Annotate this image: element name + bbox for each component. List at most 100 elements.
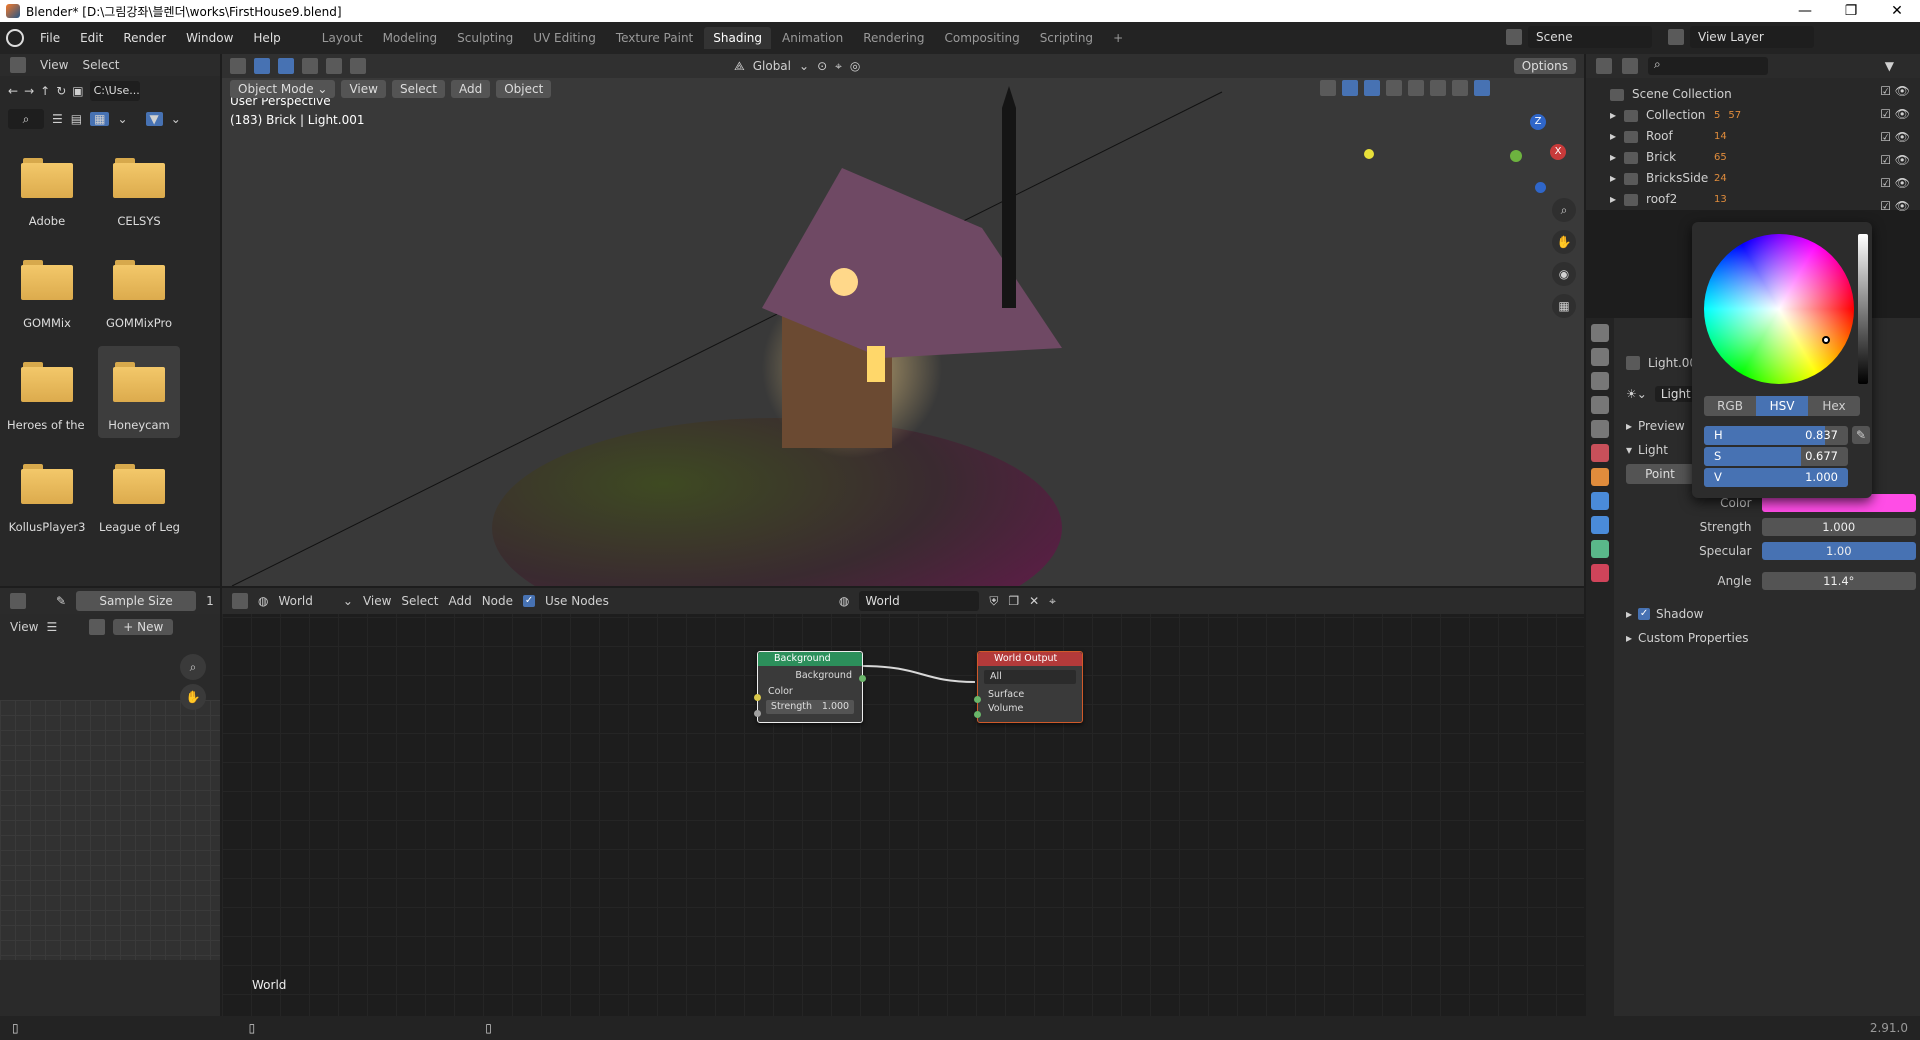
- tab-modeling[interactable]: Modeling: [374, 27, 447, 49]
- vp-menu-select[interactable]: Select: [391, 80, 445, 98]
- angle-field[interactable]: 11.4°: [1761, 572, 1916, 590]
- 3d-viewport[interactable]: User Perspective (183) Brick | Light.001…: [222, 78, 1584, 586]
- select-subtract-icon[interactable]: [326, 58, 342, 74]
- value-field[interactable]: V 1.000: [1704, 468, 1848, 487]
- world-tab-icon[interactable]: [1591, 444, 1609, 462]
- tab-uv-editing[interactable]: UV Editing: [524, 27, 605, 49]
- minimize-button[interactable]: —: [1782, 3, 1828, 19]
- output-socket[interactable]: [859, 675, 866, 682]
- background-node[interactable]: Background Background Color Strength 1.0…: [754, 651, 866, 723]
- value-slider[interactable]: [1858, 234, 1868, 384]
- thumb-list-icon[interactable]: ▤: [71, 112, 82, 126]
- xray-icon[interactable]: [1386, 80, 1402, 96]
- scene-selector[interactable]: Scene: [1528, 26, 1652, 48]
- gizmo-y-axis[interactable]: [1510, 150, 1522, 162]
- mode-selector[interactable]: Object Mode ⌄: [230, 80, 336, 98]
- editor-type-icon[interactable]: [10, 593, 26, 609]
- outliner-row[interactable]: ▸ roof2 13: [1610, 189, 1920, 210]
- image-browse-icon[interactable]: [89, 619, 106, 635]
- view-layer-selector[interactable]: View Layer: [1690, 26, 1814, 48]
- folder-item[interactable]: Heroes of the ...: [6, 346, 88, 438]
- object-tab-icon[interactable]: [1591, 468, 1609, 486]
- world-datablock-field[interactable]: World: [859, 591, 980, 611]
- editor-type-icon[interactable]: [232, 593, 248, 609]
- world-shader-type-icon[interactable]: ◍: [258, 594, 268, 608]
- hand-pan-icon[interactable]: ✋: [180, 684, 206, 710]
- outliner-row[interactable]: ▸ Roof 14: [1610, 126, 1920, 147]
- sample-size-field[interactable]: Sample Size: [76, 591, 197, 611]
- eyedropper-icon[interactable]: ✎: [56, 594, 66, 608]
- checkbox-eye-icon[interactable]: ☑ 👁: [1880, 176, 1910, 190]
- fake-user-shield-icon[interactable]: ⛨: [989, 594, 998, 609]
- light-type-point-button[interactable]: Point: [1626, 464, 1694, 484]
- gizmo-neg-z[interactable]: [1535, 182, 1546, 193]
- vp-menu-view[interactable]: View: [341, 80, 386, 98]
- menu-lines-icon[interactable]: ☰: [46, 620, 57, 634]
- shadow-section[interactable]: ▸ ✓ Shadow: [1626, 602, 1916, 626]
- grid-icon[interactable]: ▦: [1552, 294, 1576, 318]
- scene-icon[interactable]: [1506, 29, 1522, 45]
- menu-edit[interactable]: Edit: [72, 28, 111, 48]
- tab-rgb[interactable]: RGB: [1704, 396, 1756, 416]
- folder-item[interactable]: CELSYS: [98, 142, 180, 234]
- editor-type-icon[interactable]: [1596, 58, 1612, 74]
- display-mode-icon[interactable]: [1622, 58, 1638, 74]
- tab-shading[interactable]: Shading: [704, 27, 771, 49]
- shadow-checkbox[interactable]: ✓: [1638, 608, 1651, 620]
- hand-pan-icon[interactable]: ✋: [1552, 230, 1576, 254]
- checkbox-eye-icon[interactable]: ☑ 👁: [1880, 199, 1910, 213]
- select-extend-icon[interactable]: [302, 58, 318, 74]
- editor-type-icon[interactable]: [230, 58, 246, 74]
- folder-item[interactable]: League of Leg...: [98, 448, 180, 540]
- back-arrow-icon[interactable]: ←: [8, 84, 18, 98]
- material-shading-icon[interactable]: [1452, 80, 1468, 96]
- eyedropper-icon[interactable]: ✎: [1852, 426, 1870, 444]
- outliner-row[interactable]: ▸ Collection 5 57: [1610, 105, 1920, 126]
- snap-icon[interactable]: ⌖: [835, 59, 842, 74]
- menu-help[interactable]: Help: [245, 28, 288, 48]
- folder-item[interactable]: Adobe: [6, 142, 88, 234]
- sample-size-value[interactable]: 1: [206, 594, 214, 608]
- expand-arrow-icon[interactable]: ▸: [1610, 105, 1616, 126]
- custom-props-section[interactable]: ▸ Custom Properties: [1626, 626, 1916, 650]
- expand-arrow-icon[interactable]: ▸: [1610, 147, 1616, 168]
- checkbox-eye-icon[interactable]: ☑ 👁: [1880, 130, 1910, 144]
- output-tab-icon[interactable]: [1591, 372, 1609, 390]
- overlay-toggle-icon[interactable]: [1364, 80, 1380, 96]
- expand-arrow-icon[interactable]: ▸: [1610, 189, 1616, 210]
- tab-texture-paint[interactable]: Texture Paint: [607, 27, 702, 49]
- outliner-row[interactable]: ▸ Brick 65: [1610, 147, 1920, 168]
- chevron-down-icon[interactable]: ⌄: [799, 59, 809, 73]
- color-wheel-cursor[interactable]: [1822, 336, 1830, 344]
- checkbox-eye-icon[interactable]: ☑ 👁: [1880, 84, 1910, 98]
- expand-arrow-icon[interactable]: ▸: [1610, 126, 1616, 147]
- options-dropdown[interactable]: Options: [1513, 58, 1576, 74]
- strength-input-socket[interactable]: [754, 710, 761, 717]
- gizmo-z-axis[interactable]: Z: [1530, 114, 1546, 130]
- forward-arrow-icon[interactable]: →: [24, 84, 34, 98]
- folder-item[interactable]: GOMMixPro: [98, 244, 180, 336]
- pin-icon[interactable]: ⌖: [1049, 594, 1056, 609]
- ne-menu-node[interactable]: Node: [482, 594, 513, 608]
- tab-animation[interactable]: Animation: [773, 27, 852, 49]
- folder-item-selected[interactable]: Honeycam: [98, 346, 180, 438]
- tab-layout[interactable]: Layout: [313, 27, 372, 49]
- image-canvas[interactable]: [0, 700, 220, 960]
- tab-compositing[interactable]: Compositing: [935, 27, 1028, 49]
- search-icon[interactable]: ⌕: [8, 109, 44, 129]
- filter-icon[interactable]: ▼: [1885, 59, 1894, 73]
- refresh-icon[interactable]: ↻: [56, 84, 66, 98]
- proportional-icon[interactable]: ◎: [850, 59, 860, 73]
- menu-file[interactable]: File: [32, 28, 68, 48]
- sun-icon[interactable]: ☀⌄: [1626, 387, 1647, 401]
- tab-rendering[interactable]: Rendering: [854, 27, 933, 49]
- node-editor[interactable]: ◍ World ⌄ View Select Add Node ✓ Use Nod…: [222, 588, 1584, 1016]
- blender-menu-icon[interactable]: [6, 29, 24, 47]
- orientation-icon[interactable]: ⟁: [734, 59, 745, 74]
- ne-menu-view[interactable]: View: [363, 594, 391, 608]
- pivot-icon[interactable]: ⊙: [817, 59, 827, 73]
- grid-view-icon[interactable]: ▦: [90, 112, 110, 126]
- menu-render[interactable]: Render: [115, 28, 174, 48]
- ne-menu-add[interactable]: Add: [448, 594, 471, 608]
- path-field[interactable]: C:\Use...: [89, 81, 140, 101]
